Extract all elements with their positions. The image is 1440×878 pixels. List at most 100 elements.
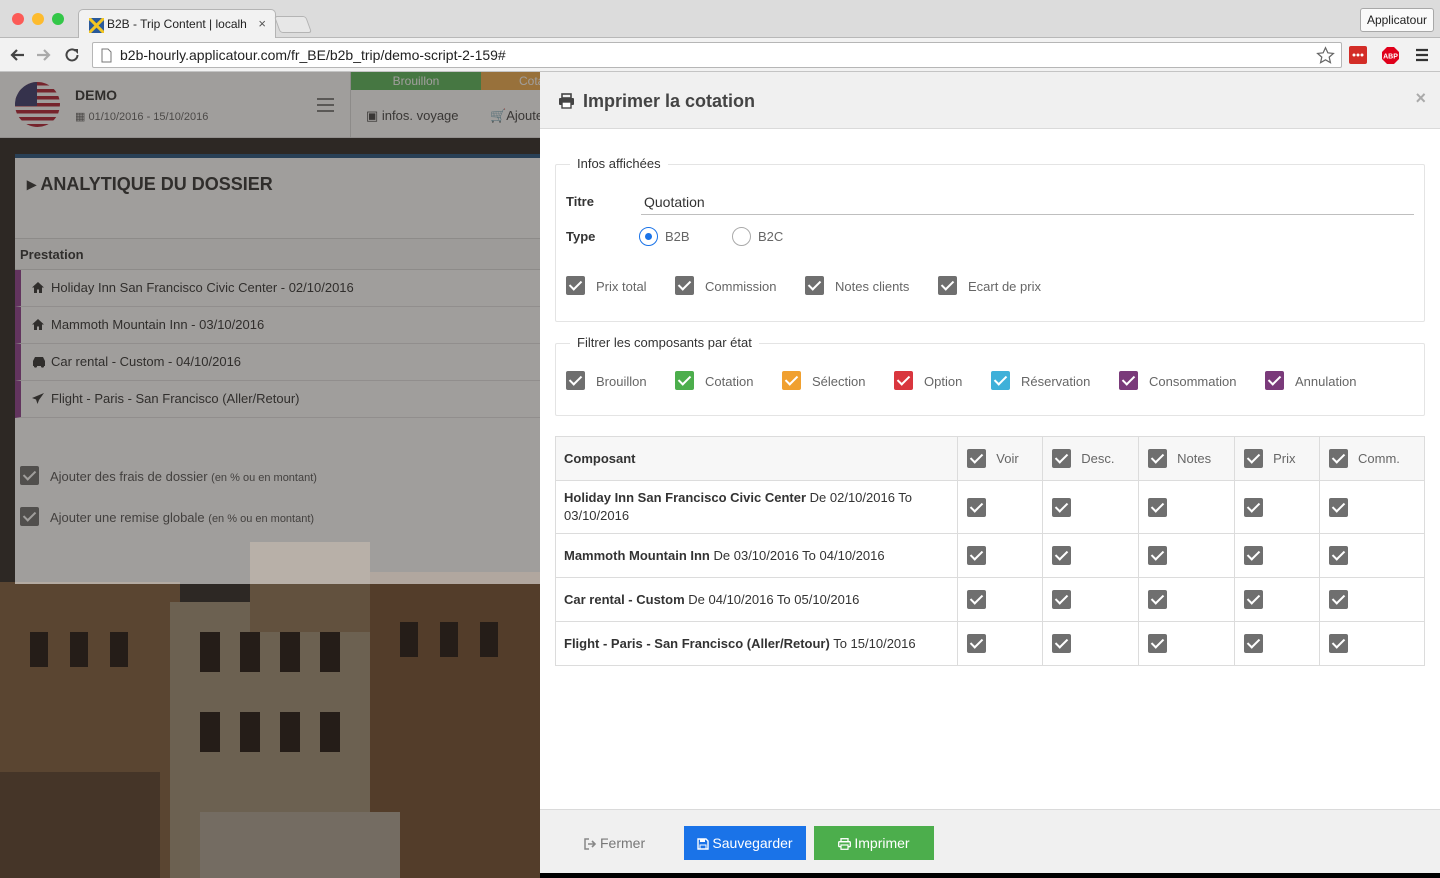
col-comm[interactable]: Comm. — [1319, 436, 1425, 481]
notes-all-checkbox[interactable] — [1148, 449, 1168, 468]
desc-all-checkbox[interactable] — [1052, 449, 1072, 468]
commission-checkbox[interactable]: Commission — [675, 276, 777, 295]
trip-header: DEMO ▦ 01/10/2016 - 15/10/2016 Brouillon… — [0, 72, 543, 138]
filter-option-checkbox[interactable]: Option — [894, 371, 962, 390]
close-icon[interactable]: × — [1415, 88, 1426, 109]
save-button[interactable]: Sauvegarder — [684, 826, 806, 860]
trip-name: DEMO — [75, 87, 117, 103]
voir-checkbox[interactable] — [967, 497, 987, 517]
forward-arrow-icon[interactable] — [35, 46, 53, 64]
option-frais-dossier[interactable]: Ajouter des frais de dossier (en % ou en… — [20, 466, 317, 485]
filter-fieldset: Filtrer les composants par état Brouillo… — [555, 335, 1425, 416]
filter-reservation-checkbox[interactable]: Réservation — [991, 371, 1090, 390]
menu-icon[interactable] — [1414, 46, 1432, 64]
browser-tab[interactable]: B2B - Trip Content | localh × — [78, 9, 276, 39]
floppy-disk-icon — [697, 838, 710, 850]
ecart-prix-checkbox[interactable]: Ecart de prix — [938, 276, 1041, 295]
remise-globale-checkbox[interactable] — [20, 507, 39, 526]
col-voir[interactable]: Voir — [957, 436, 1044, 481]
prix-checkbox[interactable] — [1244, 497, 1264, 517]
filter-selection-checkbox[interactable]: Sélection — [782, 371, 865, 390]
tab-close-icon[interactable]: × — [258, 16, 266, 31]
desc-checkbox[interactable] — [1052, 634, 1072, 653]
component-cell: Flight - Paris - San Francisco (Aller/Re… — [554, 621, 959, 666]
address-bar[interactable]: b2b-hourly.applicatour.com/fr_BE/b2b_tri… — [92, 42, 1342, 68]
type-b2b-radio[interactable]: B2B — [639, 227, 690, 246]
col-desc[interactable]: Desc. — [1042, 436, 1140, 481]
prestation-row[interactable]: Car rental - Custom - 04/10/2016 — [15, 344, 540, 381]
notes-checkbox[interactable] — [1148, 634, 1168, 653]
status-tabs: Brouillon Cota ▣ infos. voyage 🛒Ajoute — [350, 72, 543, 138]
status-brouillon-tab[interactable]: Brouillon — [351, 72, 481, 90]
nav-add[interactable]: 🛒Ajoute — [490, 108, 543, 124]
table-header-row: Composant Voir Desc. Notes Prix Comm. — [554, 436, 1425, 481]
print-quotation-modal: Imprimer la cotation × Infos affichées T… — [540, 72, 1440, 873]
back-arrow-icon[interactable] — [8, 46, 26, 64]
component-cell: Car rental - Custom De 04/10/2016 To 05/… — [554, 577, 959, 622]
bookmark-star-icon[interactable] — [1316, 46, 1335, 65]
home-icon — [31, 318, 45, 331]
prestation-row[interactable]: Holiday Inn San Francisco Civic Center -… — [15, 270, 540, 307]
modal-title: Imprimer la cotation — [583, 91, 756, 111]
calendar-icon: ▦ — [75, 111, 89, 123]
desc-checkbox[interactable] — [1052, 546, 1072, 565]
reload-icon[interactable] — [63, 46, 81, 64]
nav-infos-voyage[interactable]: ▣ infos. voyage — [366, 108, 459, 124]
desc-checkbox[interactable] — [1052, 497, 1072, 517]
col-prix[interactable]: Prix — [1234, 436, 1321, 481]
new-tab-button[interactable] — [273, 16, 313, 33]
option-remise-globale[interactable]: Ajouter une remise globale (en % ou en m… — [20, 507, 314, 526]
filter-annulation-checkbox[interactable]: Annulation — [1265, 371, 1356, 390]
comm-checkbox[interactable] — [1329, 590, 1349, 609]
component-cell: Holiday Inn San Francisco Civic Center D… — [554, 480, 959, 534]
adblock-extension-icon[interactable]: ABP — [1381, 46, 1399, 64]
prix-checkbox[interactable] — [1244, 634, 1264, 653]
components-table: Composant Voir Desc. Notes Prix Comm. Ho… — [554, 436, 1425, 666]
prestation-row[interactable]: Flight - Paris - San Francisco (Aller/Re… — [15, 381, 540, 418]
trip-dates: ▦ 01/10/2016 - 15/10/2016 — [75, 111, 209, 123]
voir-all-checkbox[interactable] — [967, 449, 987, 468]
tab-title: B2B - Trip Content | localh — [107, 17, 247, 31]
filter-consommation-checkbox[interactable]: Consommation — [1119, 371, 1236, 390]
profile-button[interactable]: Applicatour — [1359, 8, 1434, 32]
prestation-row[interactable]: Mammoth Mountain Inn - 03/10/2016 — [15, 307, 540, 344]
lastpass-extension-icon[interactable] — [1349, 46, 1367, 64]
prestation-header: Prestation — [15, 238, 540, 270]
comm-all-checkbox[interactable] — [1329, 449, 1349, 468]
close-button[interactable]: Fermer — [584, 835, 645, 851]
frais-dossier-checkbox[interactable] — [20, 466, 39, 485]
col-notes[interactable]: Notes — [1138, 436, 1236, 481]
titre-input[interactable] — [641, 190, 1414, 215]
prix-total-checkbox[interactable]: Prix total — [566, 276, 647, 295]
window-zoom-button[interactable] — [52, 13, 64, 25]
prix-checkbox[interactable] — [1244, 546, 1264, 565]
notes-checkbox[interactable] — [1148, 497, 1168, 517]
print-button[interactable]: Imprimer — [814, 826, 934, 860]
type-b2c-radio[interactable]: B2C — [732, 227, 783, 246]
notes-clients-checkbox[interactable]: Notes clients — [805, 276, 909, 295]
status-cotation-tab[interactable]: Cota — [481, 72, 541, 90]
comm-checkbox[interactable] — [1329, 546, 1349, 565]
printer-icon — [838, 838, 852, 850]
desc-checkbox[interactable] — [1052, 590, 1072, 609]
voir-checkbox[interactable] — [967, 590, 987, 609]
notes-checkbox[interactable] — [1148, 590, 1168, 609]
caret-right-icon: ▸ — [27, 174, 41, 194]
analytics-title[interactable]: ▸ ANALYTIQUE DU DOSSIER — [27, 174, 273, 195]
comm-checkbox[interactable] — [1329, 634, 1349, 653]
filter-brouillon-checkbox[interactable]: Brouillon — [566, 371, 647, 390]
comm-checkbox[interactable] — [1329, 497, 1349, 517]
filter-cotation-checkbox[interactable]: Cotation — [675, 371, 753, 390]
prix-all-checkbox[interactable] — [1244, 449, 1264, 468]
url-text: b2b-hourly.applicatour.com/fr_BE/b2b_tri… — [120, 47, 506, 63]
radio-selected-icon — [639, 227, 658, 246]
browser-toolbar: b2b-hourly.applicatour.com/fr_BE/b2b_tri… — [0, 38, 1440, 72]
voir-checkbox[interactable] — [967, 546, 987, 565]
window-minimize-button[interactable] — [32, 13, 44, 25]
modal-footer: Fermer Sauvegarder Imprimer — [540, 809, 1440, 873]
prix-checkbox[interactable] — [1244, 590, 1264, 609]
voir-checkbox[interactable] — [967, 634, 987, 653]
sidebar-toggle-icon[interactable] — [317, 98, 334, 112]
window-close-button[interactable] — [12, 13, 24, 25]
notes-checkbox[interactable] — [1148, 546, 1168, 565]
